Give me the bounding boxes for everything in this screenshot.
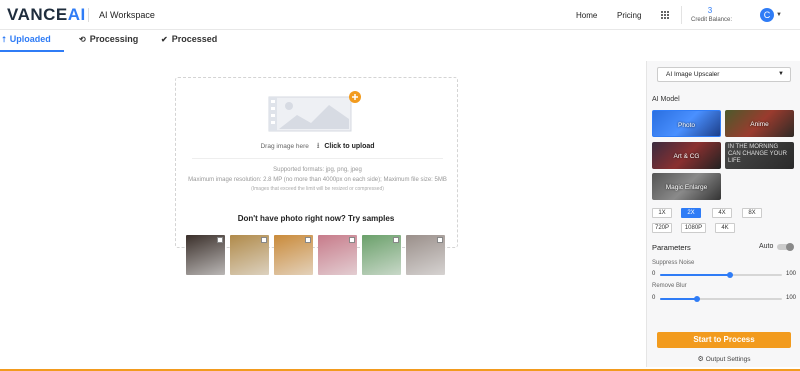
parameters-label: Parameters xyxy=(652,243,691,252)
status-tabs: ⭡ Uploaded ⟲ Processing ✔ Processed xyxy=(0,30,800,82)
sample-image-3[interactable] xyxy=(274,235,313,275)
ai-model-label: AI Model xyxy=(652,96,680,103)
credit-balance-label: Credit Balance: xyxy=(691,17,733,23)
start-process-button[interactable]: Start to Process xyxy=(657,332,791,348)
output-settings-link[interactable]: ⚙ Output Settings xyxy=(647,355,800,363)
tab-processed[interactable]: ✔ Processed xyxy=(161,34,217,52)
logo-divider xyxy=(88,8,89,22)
checkbox[interactable] xyxy=(437,237,443,243)
click-to-upload-link[interactable]: Click to upload xyxy=(324,143,374,150)
chevron-down-icon: ▼ xyxy=(778,71,784,77)
tab-uploaded[interactable]: ⭡ Uploaded xyxy=(0,34,64,52)
nav-pricing-link[interactable]: Pricing xyxy=(617,11,641,20)
tab-processing[interactable]: ⟲ Processing xyxy=(79,34,138,52)
user-avatar[interactable]: C xyxy=(760,8,774,22)
refresh-icon: ⟲ xyxy=(79,35,86,44)
remove-blur-min: 0 xyxy=(652,295,656,301)
settings-panel: AI Image Upscaler ▼ AI Model Photo Anime … xyxy=(646,61,800,367)
checkbox[interactable] xyxy=(393,237,399,243)
scale-4x-button[interactable]: 4X xyxy=(712,208,732,218)
upload-area: Drag image here ⭳ Click to upload Suppor… xyxy=(0,52,646,367)
drag-text: Drag image here xyxy=(260,143,309,150)
drag-hint: Drag image here ⭳ Click to upload xyxy=(176,140,459,154)
suppress-noise-max: 100 xyxy=(786,271,797,277)
suppress-noise-min: 0 xyxy=(652,271,656,277)
sample-image-4[interactable] xyxy=(318,235,357,275)
model-text-sample: IN THE MORNING CAN CHANGE YOUR LIFE xyxy=(728,144,787,164)
credit-balance-value[interactable]: 3 xyxy=(703,6,717,15)
dropzone-divider xyxy=(192,158,443,159)
resize-note: (Images that exceed the limit will be re… xyxy=(251,186,384,192)
slider-fill xyxy=(660,298,697,300)
upload-icon: ⭳ xyxy=(316,141,320,150)
sample-image-1[interactable] xyxy=(186,235,225,275)
remove-blur-slider[interactable] xyxy=(660,296,782,302)
max-resolution-note: Maximum image resolution: 2.8 MP (no mor… xyxy=(188,177,447,183)
image-upload-icon xyxy=(268,91,361,132)
remove-blur-label: Remove Blur xyxy=(652,283,687,289)
slider-fill xyxy=(660,274,730,276)
workspace-title: AI Workspace xyxy=(99,10,155,20)
checkbox[interactable] xyxy=(261,237,267,243)
sample-image-2[interactable] xyxy=(230,235,269,275)
sample-image-6[interactable] xyxy=(406,235,445,275)
slider-thumb[interactable] xyxy=(693,296,700,302)
scale-4k-button[interactable]: 4K xyxy=(715,223,735,233)
checkbox[interactable] xyxy=(305,237,311,243)
supported-formats: Supported formats: jpg, png, jpeg xyxy=(273,167,362,173)
chevron-down-icon[interactable]: ▼ xyxy=(776,12,782,18)
upload-arrow-icon: ⭡ xyxy=(2,35,6,44)
model-magic-enlarge[interactable]: Magic Enlarge xyxy=(652,173,721,200)
apps-grid-icon[interactable] xyxy=(660,10,670,20)
scale-2x-button[interactable]: 2X xyxy=(681,208,701,218)
remove-blur-max: 100 xyxy=(786,295,797,301)
suppress-noise-label: Suppress Noise xyxy=(652,260,695,266)
auto-label: Auto xyxy=(759,243,774,250)
model-anime[interactable]: Anime xyxy=(725,110,794,137)
sample-image-5[interactable] xyxy=(362,235,401,275)
samples-title: Don't have photo right now? Try samples xyxy=(237,214,395,223)
suppress-noise-slider[interactable] xyxy=(660,272,782,278)
model-art-cg[interactable]: Art & CG xyxy=(652,142,721,169)
check-circle-icon: ✔ xyxy=(161,35,168,44)
nav-home-link[interactable]: Home xyxy=(576,11,597,20)
checkbox[interactable] xyxy=(349,237,355,243)
scale-1080p-button[interactable]: 1080P xyxy=(681,223,706,233)
auto-toggle[interactable] xyxy=(777,243,794,251)
gear-icon: ⚙ xyxy=(697,356,704,363)
model-photo[interactable]: Photo xyxy=(652,110,721,137)
checkbox[interactable] xyxy=(217,237,223,243)
scale-720p-button[interactable]: 720P xyxy=(652,223,672,233)
scale-1x-button[interactable]: 1X xyxy=(652,208,672,218)
slider-thumb[interactable] xyxy=(726,272,733,278)
nav-divider xyxy=(681,6,682,24)
vanceai-logo[interactable]: VANCEAI xyxy=(7,5,86,25)
scale-8x-button[interactable]: 8X xyxy=(742,208,762,218)
tool-select[interactable]: AI Image Upscaler ▼ xyxy=(657,67,791,82)
toggle-knob xyxy=(786,243,794,251)
top-bar: VANCEAI AI Workspace Home Pricing 3 Cred… xyxy=(0,0,800,30)
model-text[interactable]: IN THE MORNING CAN CHANGE YOUR LIFE xyxy=(725,142,794,169)
